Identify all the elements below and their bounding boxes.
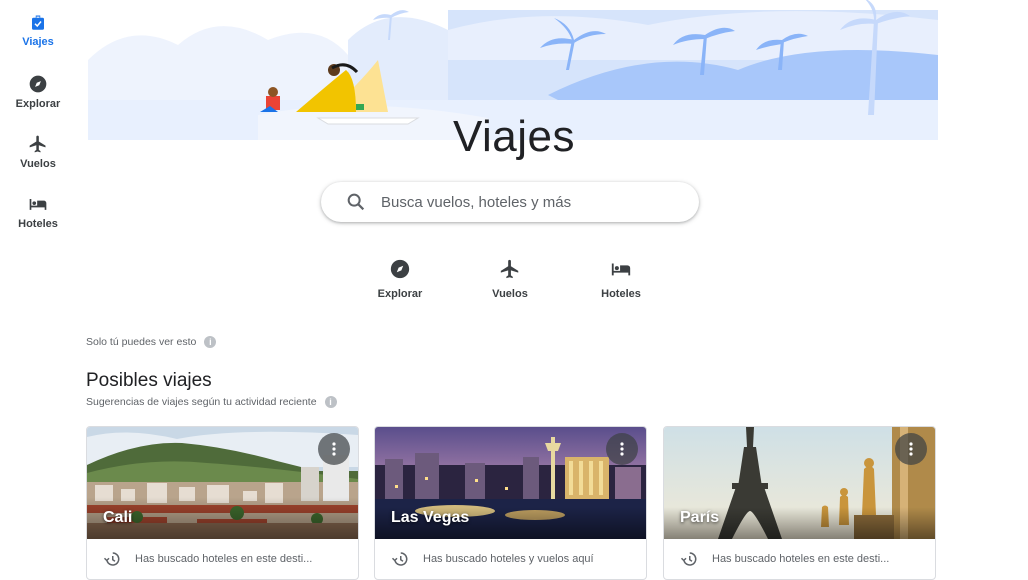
trip-card-cali[interactable]: Cali Has buscado hoteles en este desti..… xyxy=(86,426,359,580)
quick-link-explorar[interactable]: Explorar xyxy=(360,258,440,300)
page-title: Viajes xyxy=(452,112,576,161)
history-icon xyxy=(103,552,120,566)
side-navigation: Viajes Explorar Vuelos Hoteles xyxy=(0,0,76,578)
section-subtitle-text: Sugerencias de viajes según tu actividad… xyxy=(86,396,317,408)
city-name: Cali xyxy=(103,509,133,526)
more-options-button[interactable] xyxy=(606,433,638,465)
trip-card-las-vegas[interactable]: Las Vegas Has buscado hoteles y vuelos a… xyxy=(374,426,647,580)
privacy-note: Solo tú puedes ver esto i xyxy=(86,336,217,348)
compass-icon xyxy=(390,259,410,279)
nav-label: Hoteles xyxy=(18,218,58,230)
history-icon xyxy=(680,552,697,566)
city-photo: París xyxy=(664,427,935,539)
nav-item-explorar[interactable]: Explorar xyxy=(0,74,76,110)
quick-link-hoteles[interactable]: Hoteles xyxy=(581,258,661,300)
city-photo: Cali xyxy=(87,427,358,539)
airplane-icon xyxy=(500,259,519,279)
quick-link-label: Vuelos xyxy=(492,288,528,300)
nav-item-hoteles[interactable]: Hoteles xyxy=(0,194,76,230)
city-photo: Las Vegas xyxy=(375,427,646,539)
privacy-note-text: Solo tú puedes ver esto xyxy=(86,336,197,348)
quick-link-label: Hoteles xyxy=(601,288,641,300)
quick-link-label: Explorar xyxy=(377,288,423,300)
history-icon xyxy=(391,552,408,566)
city-name: Las Vegas xyxy=(391,509,470,526)
card-footer: Has buscado hoteles y vuelos aquí xyxy=(375,539,646,579)
history-text: Has buscado hoteles en este desti... xyxy=(135,553,313,565)
history-text: Has buscado hoteles y vuelos aquí xyxy=(423,553,594,565)
info-icon[interactable]: i xyxy=(324,396,337,408)
search-box[interactable]: Busca vuelos, hoteles y más xyxy=(321,182,699,222)
bed-icon xyxy=(611,263,631,276)
card-footer: Has buscado hoteles en este desti... xyxy=(664,539,935,579)
bed-icon xyxy=(29,199,47,210)
more-vert-icon xyxy=(332,442,336,456)
more-options-button[interactable] xyxy=(895,433,927,465)
trip-card-paris[interactable]: París Has buscado hoteles en este desti.… xyxy=(663,426,936,580)
search-placeholder[interactable]: Busca vuelos, hoteles y más xyxy=(381,194,571,211)
section-title: Posibles viajes xyxy=(86,370,212,391)
nav-label: Viajes xyxy=(22,36,54,48)
nav-label: Explorar xyxy=(15,98,61,110)
info-icon[interactable]: i xyxy=(204,336,217,348)
city-name: París xyxy=(680,509,720,526)
history-text: Has buscado hoteles en este desti... xyxy=(712,553,890,565)
suitcase-icon xyxy=(32,15,44,30)
search-icon xyxy=(347,193,365,211)
more-options-button[interactable] xyxy=(318,433,350,465)
quick-link-vuelos[interactable]: Vuelos xyxy=(470,258,550,300)
card-footer: Has buscado hoteles en este desti... xyxy=(87,539,358,579)
compass-icon xyxy=(29,75,47,93)
more-vert-icon xyxy=(909,442,913,456)
more-vert-icon xyxy=(620,442,624,456)
nav-item-viajes[interactable]: Viajes xyxy=(0,14,76,48)
section-subtitle: Sugerencias de viajes según tu actividad… xyxy=(86,396,337,408)
